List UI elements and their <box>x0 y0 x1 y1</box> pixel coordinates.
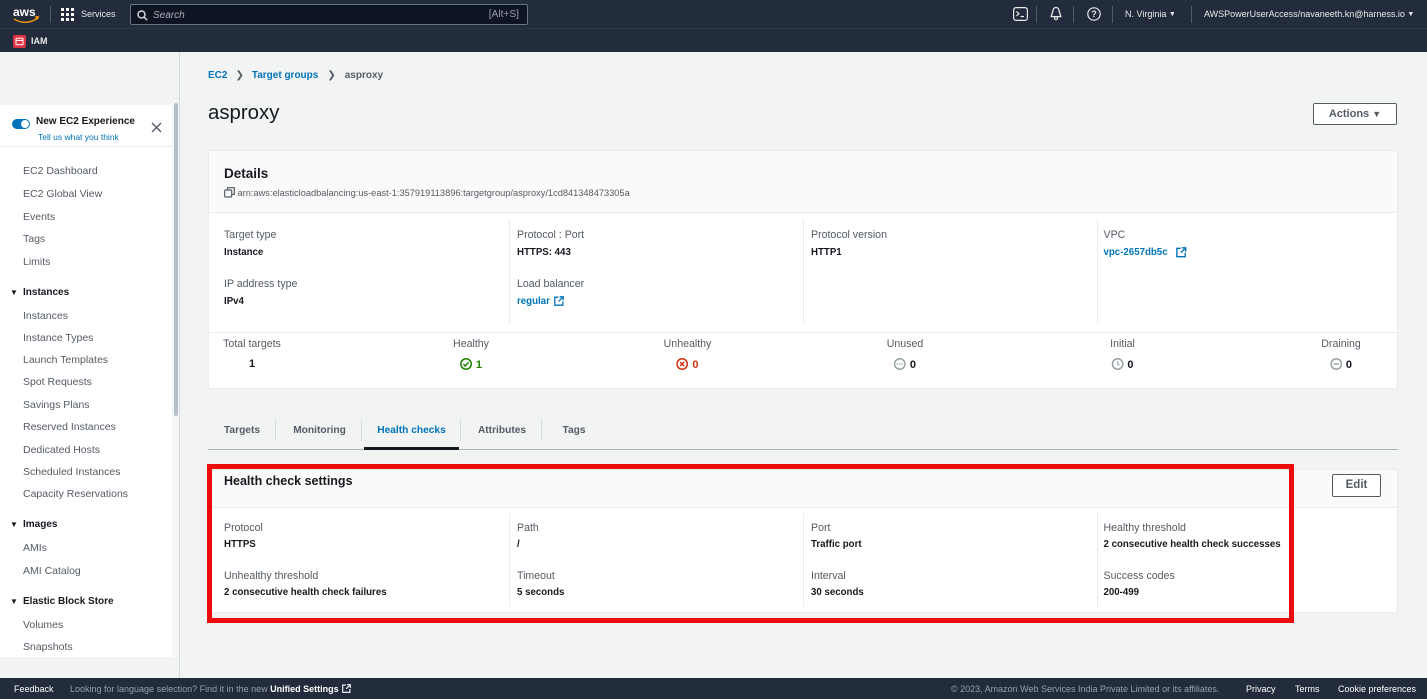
svg-text:aws: aws <box>13 5 36 19</box>
svg-text:?: ? <box>1091 9 1097 19</box>
